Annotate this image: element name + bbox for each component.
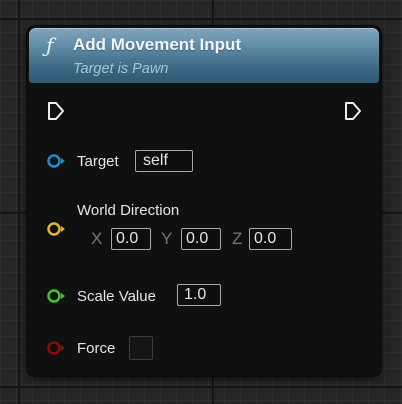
node-subtitle: Target is Pawn <box>73 61 169 77</box>
y-axis-label: Y <box>161 229 173 248</box>
node-header[interactable]: ƒ Add Movement Input Target is Pawn <box>29 28 379 83</box>
exec-out-pin-icon[interactable] <box>344 101 362 121</box>
exec-in-pin-icon[interactable] <box>47 101 65 121</box>
scale-value-input[interactable]: 1.0 <box>177 284 221 306</box>
z-axis-label: Z <box>232 229 243 248</box>
scale-value-pin-icon[interactable] <box>46 288 68 304</box>
world-direction-label: World Direction <box>77 202 180 219</box>
target-pin-icon[interactable] <box>46 153 68 169</box>
x-axis-label: X <box>91 229 103 248</box>
world-direction-pin-icon[interactable] <box>46 221 68 237</box>
x-value-input[interactable]: 0.0 <box>111 228 151 250</box>
z-value-input[interactable]: 0.0 <box>249 228 292 250</box>
force-pin-icon[interactable] <box>46 340 68 356</box>
function-icon: ƒ <box>46 33 54 57</box>
force-checkbox[interactable] <box>129 336 153 360</box>
target-input[interactable]: self <box>135 150 193 172</box>
add-movement-input-node[interactable]: ƒ Add Movement Input Target is Pawn Targ… <box>27 26 381 376</box>
target-label: Target <box>77 153 119 170</box>
force-label: Force <box>77 340 116 357</box>
y-value-input[interactable]: 0.0 <box>181 228 221 250</box>
scale-value-label: Scale Value <box>77 288 156 305</box>
node-title: Add Movement Input <box>73 35 242 54</box>
